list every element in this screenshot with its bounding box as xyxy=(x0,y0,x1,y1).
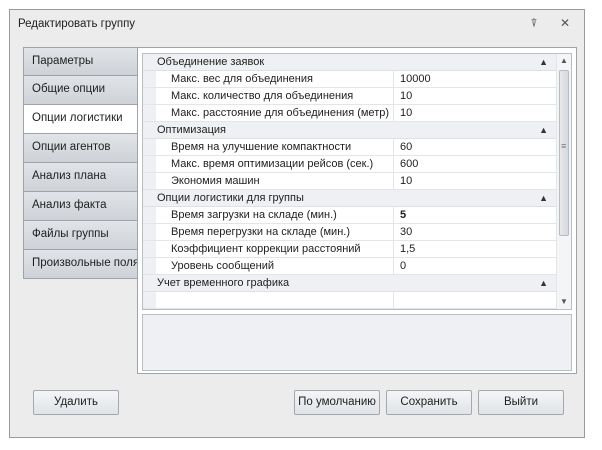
property-row[interactable]: Коэффициент коррекции расстояний 1,5 xyxy=(143,241,556,258)
property-value[interactable]: 10000 xyxy=(400,71,431,87)
category-label: Опции логистики для группы xyxy=(157,192,304,204)
chevron-up-icon[interactable]: ▲ xyxy=(539,122,548,138)
property-row[interactable]: Экономия машин 10 xyxy=(143,173,556,190)
property-row[interactable]: Макс. количество для объединения 10 xyxy=(143,88,556,105)
property-value[interactable]: 0 xyxy=(400,258,406,274)
default-button[interactable]: По умолчанию xyxy=(294,390,380,415)
delete-button[interactable]: Удалить xyxy=(33,390,119,415)
chevron-up-icon[interactable]: ▲ xyxy=(539,54,548,70)
property-name: Макс. вес для объединения xyxy=(143,71,394,87)
tab-label: Произвольные поля xyxy=(32,257,140,269)
property-name: Время на улучшение компактности xyxy=(143,139,394,155)
tab-general-options[interactable]: Общие опции xyxy=(23,76,148,105)
tab-group-files[interactable]: Файлы группы xyxy=(23,221,148,250)
tab-label: Параметры xyxy=(32,55,94,67)
tab-label: Анализ факта xyxy=(32,199,107,211)
category-label: Оптимизация xyxy=(157,124,226,136)
property-value[interactable]: 10 xyxy=(400,105,412,121)
tab-label: Опции агентов xyxy=(32,141,111,153)
category-label: Учет временного графика xyxy=(157,277,290,289)
property-name: Макс. количество для объединения xyxy=(143,88,394,104)
scroll-down-icon[interactable]: ▼ xyxy=(557,295,571,309)
window-title: Редактировать группу xyxy=(18,18,136,30)
property-name: Экономия машин xyxy=(143,173,394,189)
property-value[interactable]: 60 xyxy=(400,139,412,155)
edit-group-window: Редактировать группу ⍒ ✕ Параметры Общие… xyxy=(9,9,585,438)
tab-custom-fields[interactable]: Произвольные поля xyxy=(23,250,148,279)
category-time-schedule[interactable]: Учет временного графика ▲ xyxy=(143,275,556,292)
pin-icon[interactable]: ⍒ xyxy=(527,16,541,30)
property-name xyxy=(143,292,394,308)
tab-content-panel: Объединение заявок ▲ Макс. вес для объед… xyxy=(137,47,577,374)
property-row[interactable]: Время на улучшение компактности 60 xyxy=(143,139,556,156)
property-name: Коэффициент коррекции расстояний xyxy=(143,241,394,257)
property-value[interactable]: 600 xyxy=(400,156,418,172)
description-panel xyxy=(142,314,572,371)
tab-label: Опции логистики xyxy=(32,112,123,124)
property-value[interactable]: 10 xyxy=(400,173,412,189)
property-name: Время загрузки на складе (мин.) xyxy=(143,207,394,223)
category-merge-orders[interactable]: Объединение заявок ▲ xyxy=(143,54,556,71)
category-label: Объединение заявок xyxy=(157,56,265,68)
scroll-thumb[interactable] xyxy=(559,70,569,236)
category-group-logistics[interactable]: Опции логистики для группы ▲ xyxy=(143,190,556,207)
property-grid[interactable]: Объединение заявок ▲ Макс. вес для объед… xyxy=(142,53,572,310)
tab-label: Анализ плана xyxy=(32,170,107,182)
property-value[interactable]: 1,5 xyxy=(400,241,415,257)
property-row[interactable]: Время перегрузки на складе (мин.) 30 xyxy=(143,224,556,241)
chevron-up-icon[interactable]: ▲ xyxy=(539,275,548,291)
property-name: Макс. время оптимизации рейсов (сек.) xyxy=(143,156,394,172)
property-value[interactable]: 5 xyxy=(400,207,406,223)
chevron-up-icon[interactable]: ▲ xyxy=(539,190,548,206)
tab-list: Параметры Общие опции Опции логистики Оп… xyxy=(23,47,148,279)
vertical-scrollbar[interactable]: ▲ ▼ xyxy=(556,54,571,309)
tab-label: Файлы группы xyxy=(32,228,109,240)
scroll-up-icon[interactable]: ▲ xyxy=(557,54,571,68)
property-row[interactable]: Уровень сообщений 0 xyxy=(143,258,556,275)
tab-label: Общие опции xyxy=(32,83,106,95)
title-bar: Редактировать группу ⍒ ✕ xyxy=(10,10,584,36)
property-value[interactable]: 10 xyxy=(400,88,412,104)
category-optimization[interactable]: Оптимизация ▲ xyxy=(143,122,556,139)
close-icon[interactable]: ✕ xyxy=(558,16,572,30)
property-row[interactable]: Макс. расстояние для объединения (метр) 1… xyxy=(143,105,556,122)
property-row[interactable]: Время загрузки на складе (мин.) 5 xyxy=(143,207,556,224)
property-row-partial[interactable] xyxy=(143,292,556,309)
tab-agent-options[interactable]: Опции агентов xyxy=(23,134,148,163)
property-row[interactable]: Макс. время оптимизации рейсов (сек.) 600 xyxy=(143,156,556,173)
tab-fact-analysis[interactable]: Анализ факта xyxy=(23,192,148,221)
property-value[interactable]: 30 xyxy=(400,224,412,240)
save-button[interactable]: Сохранить xyxy=(386,390,472,415)
property-name: Уровень сообщений xyxy=(143,258,394,274)
tab-logistics-options[interactable]: Опции логистики xyxy=(23,105,141,134)
property-name: Время перегрузки на складе (мин.) xyxy=(143,224,394,240)
tab-parameters[interactable]: Параметры xyxy=(23,47,148,76)
property-name: Макс. расстояние для объединения (метр) xyxy=(143,105,394,121)
tab-plan-analysis[interactable]: Анализ плана xyxy=(23,163,148,192)
property-row[interactable]: Макс. вес для объединения 10000 xyxy=(143,71,556,88)
exit-button[interactable]: Выйти xyxy=(478,390,564,415)
